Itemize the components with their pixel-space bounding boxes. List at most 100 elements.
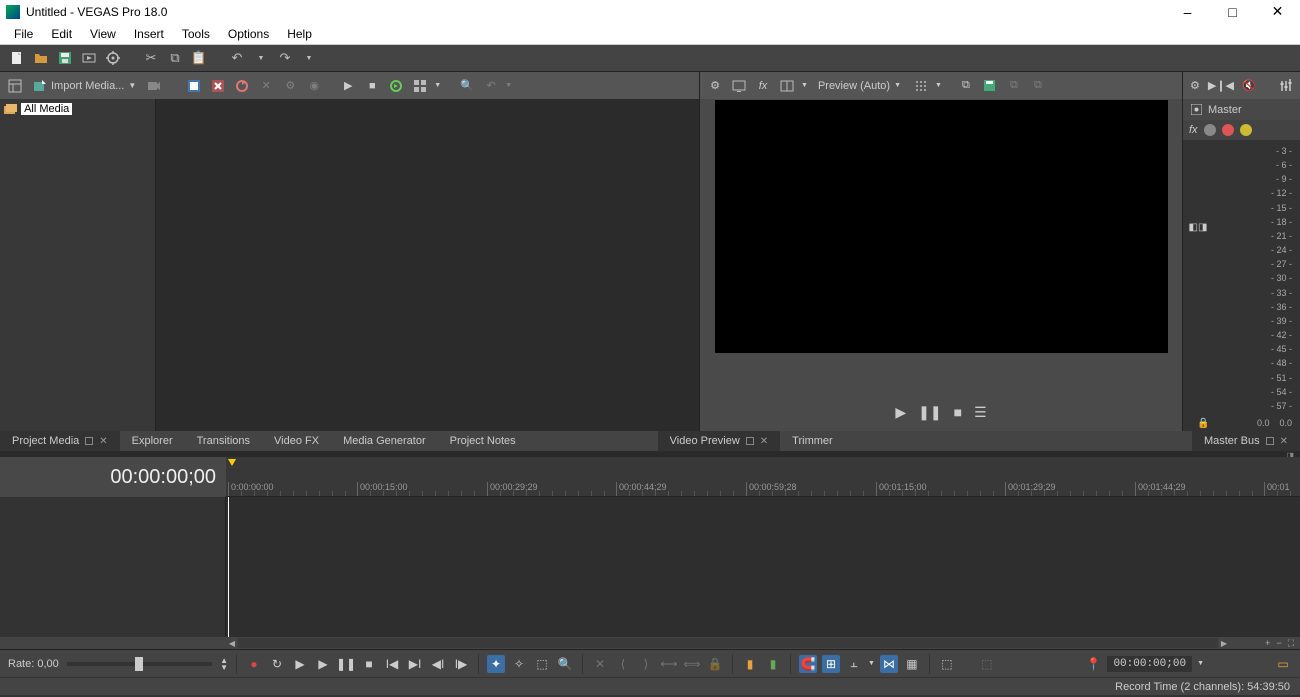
views-icon[interactable] bbox=[410, 76, 430, 96]
timeline-ruler[interactable]: 0:00:00:0000:00:15:0000:00:29;2900:00:44… bbox=[226, 457, 1300, 497]
auto-crossfade-button[interactable]: ⋈ bbox=[880, 655, 898, 673]
media-list-view[interactable] bbox=[155, 99, 699, 431]
quantize-button[interactable]: ⊞ bbox=[822, 655, 840, 673]
auto-preview-icon[interactable] bbox=[386, 76, 406, 96]
pause-button[interactable]: ❚❚ bbox=[337, 655, 355, 673]
tab-video-preview[interactable]: Video Preview✕ bbox=[658, 431, 781, 451]
delete-media-icon[interactable]: ✕ bbox=[256, 76, 276, 96]
save-snapshot-icon[interactable] bbox=[980, 76, 1000, 96]
search-back-icon[interactable]: ↶ bbox=[481, 76, 501, 96]
selection-tool[interactable]: ⬚ bbox=[533, 655, 551, 673]
master-fx-icon[interactable]: fx bbox=[1189, 124, 1198, 136]
misc-button[interactable]: ⬚ bbox=[978, 655, 996, 673]
preview-props-icon[interactable]: ⚙ bbox=[705, 76, 725, 96]
menu-insert[interactable]: Insert bbox=[125, 25, 173, 43]
play-start-button[interactable]: ▶ bbox=[291, 655, 309, 673]
track-header-area[interactable] bbox=[0, 497, 226, 637]
scroll-track[interactable] bbox=[238, 638, 1218, 648]
playhead-marker-icon[interactable] bbox=[228, 459, 236, 466]
split-screen-icon[interactable] bbox=[777, 76, 797, 96]
copy-icon[interactable]: ⧉ bbox=[166, 49, 184, 67]
chevron-down-icon[interactable]: ▼ bbox=[1197, 660, 1204, 667]
undock-icon[interactable] bbox=[1266, 437, 1274, 445]
preview-quality-dropdown[interactable]: Preview (Auto) ▼ bbox=[812, 80, 907, 92]
refresh-icon[interactable] bbox=[232, 76, 252, 96]
downmix-icon[interactable]: ▶❙◀ bbox=[1208, 79, 1234, 92]
automation-settings-icon[interactable] bbox=[1204, 124, 1216, 136]
zoom-in-icon[interactable]: + bbox=[1265, 638, 1270, 649]
next-frame-icon[interactable]: ⧉ bbox=[1028, 76, 1048, 96]
lock-icon[interactable]: 🔒 bbox=[1197, 418, 1209, 429]
open-project-icon[interactable] bbox=[32, 49, 50, 67]
get-media-web-icon[interactable] bbox=[184, 76, 204, 96]
mixer-icon[interactable] bbox=[1279, 79, 1293, 93]
prev-frame-icon[interactable]: ⧉ bbox=[1004, 76, 1024, 96]
media-tree[interactable]: All Media bbox=[0, 99, 155, 431]
tab-video-fx[interactable]: Video FX bbox=[262, 431, 331, 451]
rate-stepper[interactable]: ▲▼ bbox=[220, 657, 228, 671]
preview-play-button[interactable]: ▶ bbox=[895, 404, 906, 421]
slip-button[interactable]: ⟷ bbox=[660, 655, 678, 673]
go-end-button[interactable]: ▶I bbox=[406, 655, 424, 673]
tab-project-media[interactable]: Project Media✕ bbox=[0, 431, 120, 451]
minimize-button[interactable]: – bbox=[1165, 0, 1210, 23]
redo-dropdown-icon[interactable]: ▼ bbox=[300, 49, 318, 67]
tab-trimmer[interactable]: Trimmer bbox=[780, 431, 845, 451]
maximize-button[interactable]: □ bbox=[1210, 0, 1255, 23]
rate-slider[interactable] bbox=[67, 662, 212, 666]
tab-master-bus[interactable]: Master Bus✕ bbox=[1192, 431, 1300, 451]
track-area[interactable] bbox=[226, 497, 1300, 637]
close-icon[interactable]: ✕ bbox=[99, 436, 107, 447]
media-props-icon[interactable] bbox=[5, 76, 25, 96]
capture-video-icon[interactable] bbox=[144, 76, 164, 96]
playhead-cursor[interactable] bbox=[228, 497, 229, 637]
marker-button[interactable]: ▮ bbox=[741, 655, 759, 673]
close-icon[interactable]: ✕ bbox=[760, 436, 768, 447]
preview-menu-icon[interactable]: ☰ bbox=[974, 404, 987, 421]
lock-envelopes-button[interactable]: ▦ bbox=[903, 655, 921, 673]
menu-tools[interactable]: Tools bbox=[173, 25, 219, 43]
rate-slider-thumb[interactable] bbox=[135, 657, 143, 671]
tab-project-notes[interactable]: Project Notes bbox=[438, 431, 528, 451]
master-props-icon[interactable]: ⚙ bbox=[1190, 79, 1200, 92]
stop-icon[interactable]: ■ bbox=[362, 76, 382, 96]
remove-media-icon[interactable] bbox=[208, 76, 228, 96]
trim-start-button[interactable]: ✕ bbox=[591, 655, 609, 673]
menu-help[interactable]: Help bbox=[278, 25, 321, 43]
menu-file[interactable]: File bbox=[5, 25, 42, 43]
dim-output-icon[interactable]: 🔇 bbox=[1242, 79, 1256, 92]
redo-icon[interactable]: ↷ bbox=[276, 49, 294, 67]
new-project-icon[interactable] bbox=[8, 49, 26, 67]
close-icon[interactable]: ✕ bbox=[1280, 436, 1288, 447]
fader-link-icon[interactable]: ◧◨ bbox=[1189, 222, 1208, 233]
preview-fx-icon[interactable]: fx bbox=[753, 76, 773, 96]
tab-transitions[interactable]: Transitions bbox=[185, 431, 262, 451]
menu-edit[interactable]: Edit bbox=[42, 25, 81, 43]
preview-video[interactable] bbox=[715, 100, 1168, 353]
tab-explorer[interactable]: Explorer bbox=[120, 431, 185, 451]
scroll-left-icon[interactable]: ◀ bbox=[226, 639, 238, 648]
preview-stop-button[interactable]: ■ bbox=[954, 404, 962, 420]
zoom-fit-icon[interactable]: ⛶ bbox=[1288, 638, 1294, 649]
save-project-icon[interactable] bbox=[56, 49, 74, 67]
properties-icon[interactable] bbox=[104, 49, 122, 67]
cut-icon[interactable]: ✂ bbox=[142, 49, 160, 67]
next-frame-button[interactable]: I▶ bbox=[452, 655, 470, 673]
go-start-button[interactable]: I◀ bbox=[383, 655, 401, 673]
menu-view[interactable]: View bbox=[81, 25, 125, 43]
menu-options[interactable]: Options bbox=[219, 25, 278, 43]
region-button[interactable]: ▮ bbox=[764, 655, 782, 673]
media-properties-icon[interactable]: ⚙ bbox=[280, 76, 300, 96]
normal-edit-tool[interactable]: ✦ bbox=[487, 655, 505, 673]
copy-snapshot-icon[interactable]: ⧉ bbox=[956, 76, 976, 96]
split-button[interactable]: ⟩ bbox=[637, 655, 655, 673]
play-button[interactable]: ▶ bbox=[314, 655, 332, 673]
overlays-icon[interactable] bbox=[911, 76, 931, 96]
slide-button[interactable]: ⟺ bbox=[683, 655, 701, 673]
timeline-scrollbar[interactable]: ◀ ▶ + − ⛶ bbox=[0, 637, 1300, 649]
close-button[interactable]: ✕ bbox=[1255, 0, 1300, 23]
tab-media-generator[interactable]: Media Generator bbox=[331, 431, 438, 451]
trim-end-button[interactable]: ⟨ bbox=[614, 655, 632, 673]
auto-ripple-button[interactable]: ⫠ bbox=[845, 655, 863, 673]
media-fx-icon[interactable]: ◉ bbox=[304, 76, 324, 96]
